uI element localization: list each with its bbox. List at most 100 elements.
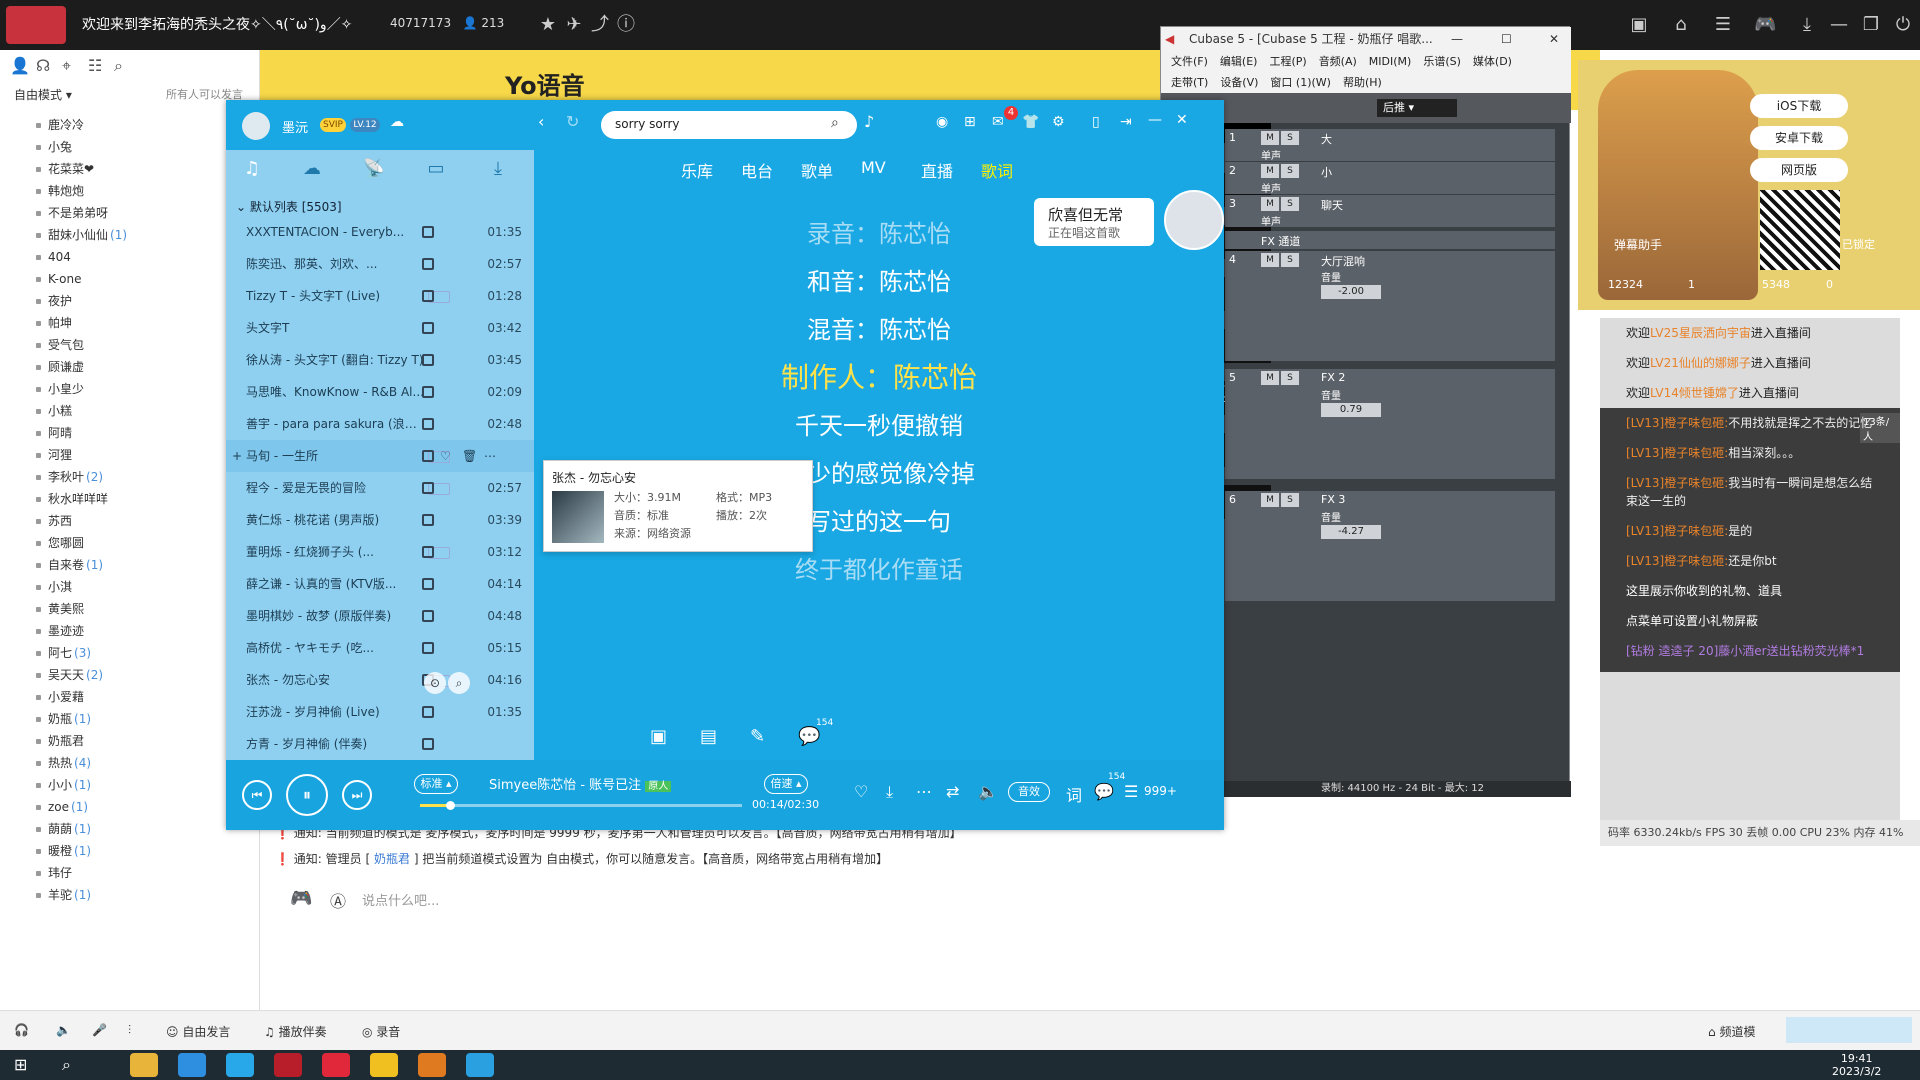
- cubase-menu-item[interactable]: 编辑(E): [1220, 55, 1258, 68]
- cubase-menu-item[interactable]: 走带(T): [1171, 76, 1208, 89]
- add-icon[interactable]: +: [232, 440, 242, 472]
- member-item[interactable]: 羊驼 (1): [30, 884, 255, 906]
- member-item[interactable]: 不是弟弟呀: [30, 202, 255, 224]
- mv-icon[interactable]: [422, 578, 434, 590]
- solo-button[interactable]: S: [1281, 253, 1299, 267]
- tab-3[interactable]: MV: [861, 158, 886, 177]
- accompaniment-button[interactable]: ♫ 播放伴奏: [264, 1023, 327, 1040]
- tab-5[interactable]: 歌词: [981, 158, 1013, 182]
- member-item[interactable]: 吴天天 (2): [30, 664, 255, 686]
- member-item[interactable]: 小小 (1): [30, 774, 255, 796]
- solo-button[interactable]: S: [1281, 371, 1299, 385]
- cloud-icon[interactable]: ☁: [298, 158, 326, 182]
- now-playing-title[interactable]: Simyee陈芯怡 - 账号已注 原人: [489, 774, 672, 793]
- taskbar-search-icon[interactable]: ⌕: [62, 1055, 71, 1075]
- solo-button[interactable]: S: [1281, 197, 1299, 211]
- qq-browser-icon[interactable]: [226, 1053, 254, 1077]
- danmaku-assist[interactable]: 弹幕助手: [1614, 236, 1662, 253]
- search-input[interactable]: sorry sorry: [615, 117, 680, 131]
- mute-button[interactable]: M: [1261, 131, 1279, 145]
- web-version-button[interactable]: 网页版: [1750, 158, 1848, 182]
- cubase-maximize-icon[interactable]: ☐: [1501, 27, 1512, 51]
- track-name[interactable]: 大厅混响: [1321, 253, 1365, 269]
- song-row[interactable]: 善宇 - para para sakura (浪漫... 02:48: [226, 408, 534, 440]
- location-icon[interactable]: ⌖: [62, 56, 71, 76]
- channel-mode-button[interactable]: ⌂ 频道模: [1708, 1023, 1755, 1040]
- play-circle-icon[interactable]: ◉: [936, 114, 948, 130]
- refresh-icon[interactable]: ↻: [566, 112, 579, 131]
- audio-track[interactable]: 1 M S 大单声: [1225, 129, 1555, 162]
- member-item[interactable]: 小淇: [30, 576, 255, 598]
- volume-value[interactable]: 0.79: [1321, 403, 1381, 417]
- effect-toggle[interactable]: 音效: [1008, 782, 1050, 802]
- contacts-icon[interactable]: ☷: [88, 56, 102, 75]
- cubase-menu-item[interactable]: 文件(F): [1171, 55, 1208, 68]
- member-item[interactable]: 您哪圆: [30, 532, 255, 554]
- lyric-toggle[interactable]: 词: [1066, 782, 1082, 806]
- admin-name[interactable]: 奶瓶君: [374, 852, 410, 866]
- solo-button[interactable]: S: [1281, 164, 1299, 178]
- song-row[interactable]: 张杰 - 勿忘心安 04:16: [226, 664, 534, 696]
- minimize-icon[interactable]: —: [1148, 112, 1162, 128]
- progress-bar[interactable]: [420, 801, 742, 810]
- cubase-menu-item[interactable]: 音频(A): [1319, 55, 1357, 68]
- search-box[interactable]: sorry sorry ⌕: [601, 111, 857, 139]
- power-icon[interactable]: ⏻: [1892, 14, 1914, 36]
- cubase-menu-item[interactable]: 工程(P): [1269, 55, 1306, 68]
- tab-4[interactable]: 直播: [921, 158, 953, 182]
- member-item[interactable]: 404: [30, 246, 255, 268]
- screen-icon[interactable]: ▣: [1628, 14, 1650, 36]
- voice-icon[interactable]: 🎧: [14, 1023, 29, 1037]
- song-row[interactable]: 马思唯、KnowKnow - R&B Al... 02:09: [226, 376, 534, 408]
- cubase-close-icon[interactable]: ✕: [1549, 27, 1559, 51]
- member-item[interactable]: 小糕: [30, 400, 255, 422]
- member-item[interactable]: 帕坤: [30, 312, 255, 334]
- apps-icon[interactable]: ⊞: [964, 114, 976, 130]
- mv-icon[interactable]: [422, 450, 434, 462]
- device-icon[interactable]: ▭: [422, 158, 450, 182]
- mute-button[interactable]: M: [1261, 493, 1279, 507]
- ime-toolbar[interactable]: [1786, 1017, 1912, 1043]
- mute-button[interactable]: M: [1261, 371, 1279, 385]
- more-icon[interactable]: ⋯: [916, 782, 932, 801]
- chat-name[interactable]: 橙子味包砸:: [1664, 554, 1728, 568]
- taskbar-clock[interactable]: 19:41 2023/3/2: [1832, 1052, 1881, 1078]
- desktop-lyric-icon[interactable]: ▤: [700, 726, 717, 747]
- ios-download-button[interactable]: iOS下载: [1750, 94, 1848, 118]
- locate-icon[interactable]: ⊙: [424, 672, 446, 694]
- chat-name[interactable]: 橙子味包砸:: [1664, 416, 1728, 430]
- track-name[interactable]: 大: [1321, 131, 1332, 147]
- username[interactable]: 墨沅: [282, 117, 308, 136]
- cubase-menu-item[interactable]: 窗口 (1)(W): [1270, 76, 1331, 89]
- mv-icon[interactable]: [422, 386, 434, 398]
- mv-icon[interactable]: [422, 258, 434, 270]
- track-name[interactable]: 小: [1321, 164, 1332, 180]
- mixer-icon[interactable]: ⫶: [128, 1023, 131, 1038]
- track-name[interactable]: FX 3: [1321, 493, 1345, 506]
- like-icon[interactable]: ♡: [854, 782, 868, 801]
- mv-icon[interactable]: [422, 514, 434, 526]
- home-icon[interactable]: ⌂: [1670, 14, 1692, 36]
- gamepad-icon[interactable]: 🎮: [1754, 14, 1776, 36]
- audio-track[interactable]: 3 M S 聊天 单声: [1225, 195, 1555, 228]
- previous-button[interactable]: ⏮: [242, 780, 272, 810]
- mute-button[interactable]: M: [1261, 253, 1279, 267]
- song-row[interactable]: XXXTENTACION - Everyb... 01:35: [226, 216, 534, 248]
- song-row[interactable]: 高桥优 - ヤキモチ (吃... 05:15: [226, 632, 534, 664]
- tab-0[interactable]: 乐库: [681, 158, 713, 182]
- song-row[interactable]: 陈奕迅、那英、刘欢、... 02:57: [226, 248, 534, 280]
- member-item[interactable]: 热热 (4): [30, 752, 255, 774]
- member-item[interactable]: 玮仔: [30, 862, 255, 884]
- progress-knob[interactable]: [445, 801, 455, 810]
- cubase-minimize-icon[interactable]: —: [1451, 27, 1463, 51]
- volume-value[interactable]: -4.27: [1321, 525, 1381, 539]
- song-row[interactable]: 薛之谦 - 认真的雪 (KTV版... 04:14: [226, 568, 534, 600]
- member-item[interactable]: 夜护: [30, 290, 255, 312]
- member-item[interactable]: 小兔: [30, 136, 255, 158]
- cubase-app-icon[interactable]: [274, 1053, 302, 1077]
- member-item[interactable]: 黄美熙: [30, 598, 255, 620]
- download-icon[interactable]: ⤓: [886, 782, 893, 802]
- fx-track[interactable]: 6 M S FX 3 音量 -4.27: [1225, 491, 1555, 601]
- member-item[interactable]: 花菜菜❤: [30, 158, 255, 180]
- fx-track[interactable]: 5 M S FX 2 音量 0.79: [1225, 369, 1555, 479]
